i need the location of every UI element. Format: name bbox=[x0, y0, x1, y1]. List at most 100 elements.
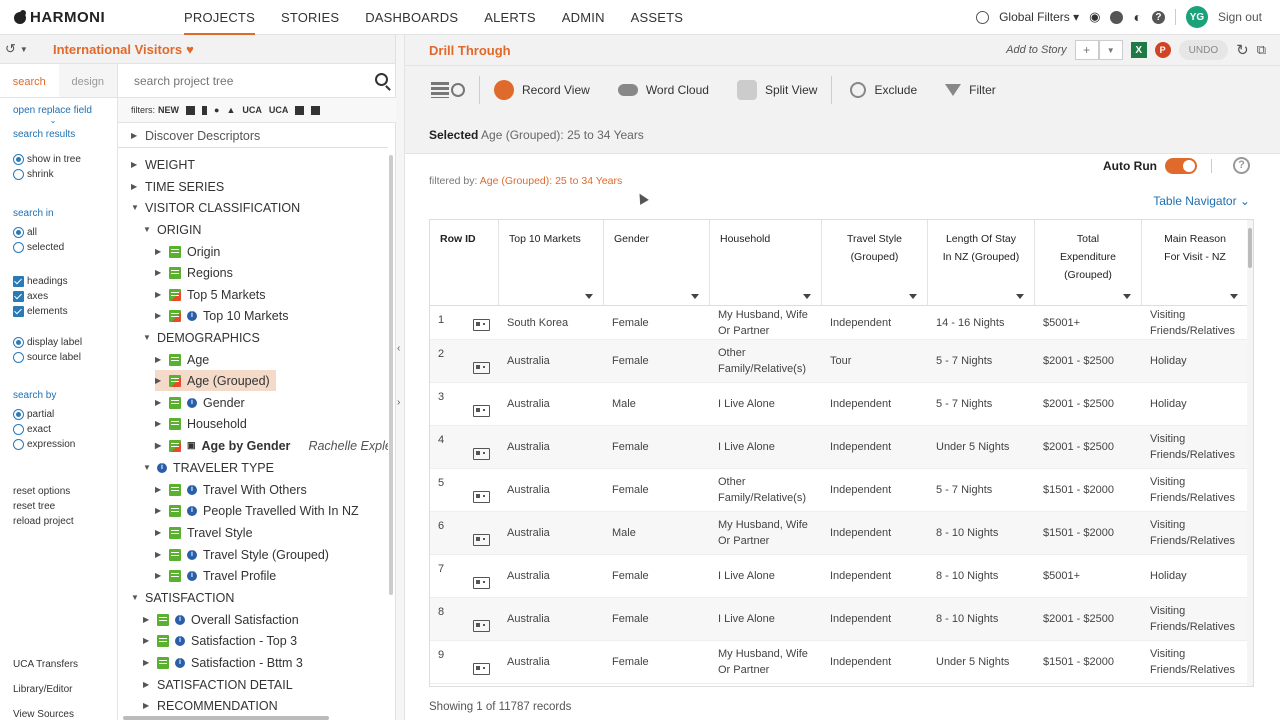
tree-node[interactable]: ▶ i Travel With Others bbox=[155, 479, 307, 500]
tree-node[interactable]: ▶ i Satisfaction - Top 3 bbox=[143, 630, 297, 651]
nav-assets[interactable]: ASSETS bbox=[631, 0, 684, 35]
sort-dropdown-icon[interactable] bbox=[909, 294, 917, 299]
tree-node[interactable]: ▶ TIME SERIES bbox=[131, 176, 224, 197]
record-card-icon[interactable] bbox=[473, 405, 490, 417]
panel-splitter[interactable]: ‹ › bbox=[396, 35, 405, 720]
brain-icon[interactable] bbox=[1110, 10, 1124, 24]
filter-new[interactable]: NEW bbox=[158, 105, 179, 115]
record-view-button[interactable]: Record View bbox=[494, 80, 590, 100]
nav-stories[interactable]: STORIES bbox=[281, 0, 339, 35]
record-card-icon[interactable] bbox=[473, 448, 490, 460]
location-icon[interactable]: ● bbox=[214, 105, 219, 115]
record-card-icon[interactable] bbox=[473, 620, 490, 632]
table-row[interactable]: 1 South Korea Female My Husband, Wife Or Pa… bbox=[430, 306, 1253, 340]
column-header[interactable]: Total Expenditure (Grouped) bbox=[1035, 220, 1142, 305]
tree-node[interactable]: ▶ Travel Style bbox=[155, 522, 253, 543]
contrast-icon[interactable]: ◐ bbox=[1133, 9, 1141, 25]
tree-node[interactable]: ▼ i TRAVELER TYPE bbox=[143, 457, 274, 478]
filter-uca-1[interactable]: UCA bbox=[242, 105, 262, 115]
exact-radio[interactable]: exact bbox=[13, 422, 75, 437]
sort-dropdown-icon[interactable] bbox=[1016, 294, 1024, 299]
table-row[interactable]: 2 Australia Female Other Family/Relative(s)… bbox=[430, 340, 1253, 383]
bookmark-icon[interactable] bbox=[295, 105, 305, 115]
record-card-icon[interactable] bbox=[473, 491, 490, 503]
tab-search[interactable]: search bbox=[0, 64, 59, 97]
tree-node[interactable]: ▼ DEMOGRAPHICS bbox=[143, 327, 260, 348]
tree-node[interactable]: ▶ Household bbox=[155, 413, 247, 434]
table-navigator-dropdown[interactable]: Table Navigator ⌄ bbox=[1153, 194, 1250, 208]
search-input[interactable] bbox=[134, 74, 354, 88]
help-icon[interactable]: ? bbox=[1151, 10, 1165, 24]
expression-radio[interactable]: expression bbox=[13, 437, 75, 452]
chevron-down-icon[interactable]: ▼ bbox=[1098, 40, 1123, 60]
table-row[interactable]: 3 Australia Male I Live Alone Independent 5 -… bbox=[430, 383, 1253, 426]
expand-right-icon[interactable]: › bbox=[397, 397, 400, 408]
word-cloud-button[interactable]: Word Cloud bbox=[617, 83, 709, 97]
record-card-icon[interactable] bbox=[473, 577, 490, 589]
nav-projects[interactable]: PROJECTS bbox=[184, 0, 255, 35]
tree-node[interactable]: ▶ Regions bbox=[155, 262, 233, 283]
tree-node[interactable]: ▶ Top 5 Markets bbox=[155, 284, 266, 305]
collapse-left-icon[interactable]: ‹ bbox=[397, 343, 400, 354]
table-row[interactable]: 9 Australia Female My Husband, Wife Or Part… bbox=[430, 641, 1253, 684]
chevron-down-icon[interactable]: ⌄ bbox=[13, 116, 93, 125]
sort-dropdown-icon[interactable] bbox=[803, 294, 811, 299]
tab-design[interactable]: design bbox=[58, 64, 117, 97]
tree-node[interactable]: ▼ ORIGIN bbox=[143, 219, 201, 240]
tree-node[interactable]: ▶ RECOMMENDATION bbox=[143, 695, 278, 716]
open-replace-field-link[interactable]: open replace field bbox=[13, 105, 93, 116]
grid-icon[interactable] bbox=[186, 105, 196, 115]
grid-back-icon[interactable] bbox=[431, 82, 465, 98]
view-sources-link[interactable]: View Sources bbox=[13, 702, 78, 727]
record-card-icon[interactable] bbox=[473, 534, 490, 546]
eye-icon[interactable]: ◉ bbox=[1089, 9, 1100, 25]
tree-node[interactable]: ▶ Age bbox=[155, 349, 209, 370]
tree-node[interactable]: ▶ i People Travelled With In NZ bbox=[155, 500, 359, 521]
partial-radio[interactable]: partial bbox=[13, 407, 75, 422]
record-card-icon[interactable] bbox=[473, 319, 490, 331]
record-card-icon[interactable] bbox=[473, 362, 490, 374]
record-card-icon[interactable] bbox=[473, 663, 490, 675]
filter-uca-2[interactable]: UCA bbox=[269, 105, 289, 115]
avatar[interactable]: YG bbox=[1185, 6, 1208, 28]
column-header[interactable]: Gender bbox=[604, 220, 710, 305]
axes-checkbox[interactable]: axes bbox=[13, 289, 68, 304]
column-icon[interactable] bbox=[202, 105, 208, 115]
column-header[interactable]: Top 10 Markets bbox=[499, 220, 604, 305]
uca-transfers-link[interactable]: UCA Transfers bbox=[13, 652, 78, 677]
global-filters-dropdown[interactable]: Global Filters ▾ bbox=[999, 10, 1079, 24]
table-row[interactable]: 6 Australia Male My Husband, Wife Or Partne… bbox=[430, 512, 1253, 555]
tree-node[interactable]: ▼ VISITOR CLASSIFICATION bbox=[131, 197, 300, 218]
nav-alerts[interactable]: ALERTS bbox=[484, 0, 536, 35]
help-icon[interactable]: ? bbox=[1233, 157, 1250, 174]
excel-export-icon[interactable]: X bbox=[1130, 42, 1147, 58]
tree-node[interactable]: ▶ ▣ Age by Gender Rachelle Exple bbox=[155, 435, 388, 456]
reset-tree-link[interactable]: reset tree bbox=[13, 499, 74, 514]
source-label-radio[interactable]: source label bbox=[13, 350, 82, 365]
headings-checkbox[interactable]: headings bbox=[13, 274, 68, 289]
all-radio[interactable]: all bbox=[13, 225, 64, 240]
sort-dropdown-icon[interactable] bbox=[585, 294, 593, 299]
tree-node[interactable]: ▶ WEIGHT bbox=[131, 154, 195, 175]
tree-horizontal-scrollbar[interactable] bbox=[123, 716, 329, 720]
tree-node[interactable]: ▶ i Top 10 Markets bbox=[155, 305, 288, 326]
history-button[interactable]: ↺ ▼ bbox=[5, 39, 45, 59]
tree-node[interactable]: ▶ Discover Descriptors bbox=[131, 125, 260, 146]
column-header[interactable]: Row ID bbox=[430, 220, 499, 305]
tree-node[interactable]: ▶ i Overall Satisfaction bbox=[143, 609, 299, 630]
undo-button[interactable]: UNDO bbox=[1178, 40, 1229, 60]
column-header[interactable]: Household bbox=[710, 220, 822, 305]
sort-dropdown-icon[interactable] bbox=[1123, 294, 1131, 299]
shrink-radio[interactable]: shrink bbox=[13, 167, 81, 182]
search-icon[interactable] bbox=[375, 73, 388, 86]
auto-run-toggle[interactable] bbox=[1165, 158, 1197, 174]
tree-node[interactable]: ▶ i Satisfaction - Bttm 3 bbox=[143, 652, 303, 673]
sign-out-link[interactable]: Sign out bbox=[1218, 10, 1262, 24]
column-header[interactable]: Length Of Stay In NZ (Grouped) bbox=[928, 220, 1035, 305]
tree-node[interactable]: ▶ i Gender bbox=[155, 392, 245, 413]
elements-checkbox[interactable]: elements bbox=[13, 304, 68, 319]
filter-button[interactable]: Filter bbox=[945, 83, 996, 97]
refresh-icon[interactable]: ↻ bbox=[1236, 41, 1249, 59]
tree-node[interactable]: ▶ SATISFACTION DETAIL bbox=[143, 674, 293, 695]
tree-node-selected[interactable]: ▶ Age (Grouped) bbox=[155, 370, 276, 391]
